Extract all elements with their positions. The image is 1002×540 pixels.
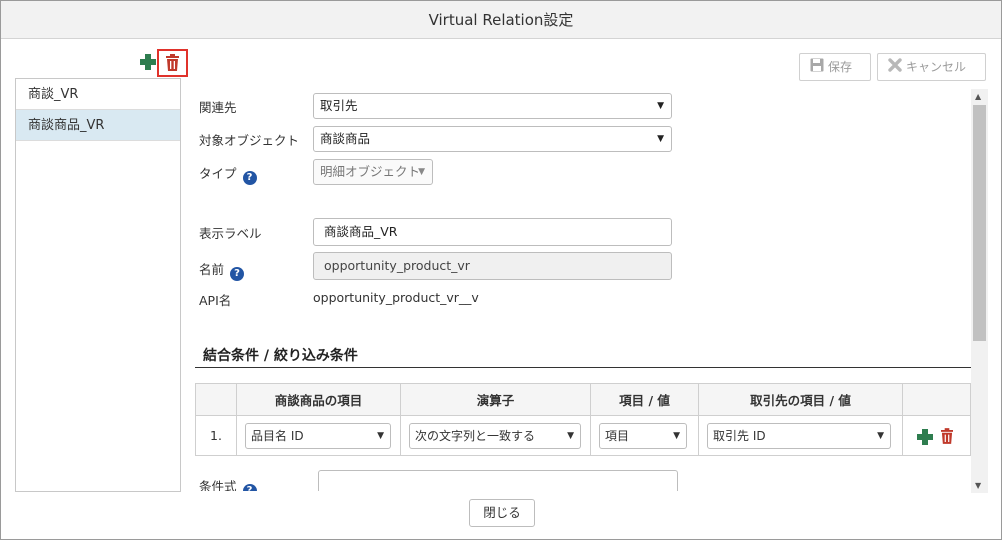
save-label: 保存 <box>828 60 853 74</box>
chevron-down-icon: ▼ <box>657 101 664 111</box>
cancel-label: キャンセル <box>906 60 967 74</box>
formula-input[interactable] <box>318 470 678 491</box>
close-icon <box>888 55 902 81</box>
field-cell: 品目名 ID ▼ <box>236 415 401 456</box>
virtual-relation-dialog: Virtual Relation設定 商談_VR 商談商品_VR 保存 キャンセ… <box>0 0 1002 540</box>
operator-select[interactable]: 次の文字列と一致する ▼ <box>409 423 581 449</box>
save-icon <box>810 55 824 81</box>
form-scrollbar[interactable]: ▲ ▼ <box>971 89 988 493</box>
name-label-text: 名前 <box>199 262 225 277</box>
chevron-down-icon: ▼ <box>377 431 384 441</box>
header-target: 取引先の項目 / 値 <box>698 383 903 416</box>
header-operator: 演算子 <box>400 383 591 416</box>
type-label-text: タイプ <box>199 166 237 181</box>
operator-cell: 次の文字列と一致する ▼ <box>400 415 591 456</box>
target-object-value: 商談商品 <box>320 131 371 146</box>
related-value: 取引先 <box>320 98 358 113</box>
scroll-thumb[interactable] <box>973 105 986 341</box>
related-select[interactable]: 取引先 ▼ <box>313 93 672 119</box>
section-divider <box>195 367 971 368</box>
chevron-down-icon: ▼ <box>567 431 574 441</box>
chevron-down-icon: ▼ <box>657 134 664 144</box>
row-number: 1. <box>195 415 237 456</box>
actions-cell <box>902 415 971 456</box>
kind-cell: 項目 ▼ <box>590 415 699 456</box>
help-icon[interactable]: ? <box>242 484 257 491</box>
formula-label-text: 条件式 <box>199 479 237 491</box>
scroll-up-icon[interactable]: ▲ <box>975 92 981 101</box>
scroll-down-icon[interactable]: ▼ <box>975 481 981 490</box>
help-icon[interactable]: ? <box>230 267 245 281</box>
target-cell: 取引先 ID ▼ <box>698 415 903 456</box>
list-item[interactable]: 商談_VR <box>16 79 180 110</box>
target-field-value: 取引先 ID <box>713 429 766 443</box>
formula-label: 条件式? <box>199 476 257 491</box>
trash-icon <box>166 54 179 71</box>
type-select: 明細オブジェクト ▼ <box>313 159 433 185</box>
delete-condition-icon[interactable] <box>941 428 953 447</box>
name-input: opportunity_product_vr <box>313 252 672 280</box>
table-row: 1. 品目名 ID ▼ 次の文字列と一致する ▼ 項目 ▼ 取引先 ID ▼ <box>195 415 971 456</box>
operator-value: 次の文字列と一致する <box>415 429 536 443</box>
kind-select[interactable]: 項目 ▼ <box>599 423 687 449</box>
chevron-down-icon: ▼ <box>877 431 884 441</box>
related-label: 関連先 <box>199 100 237 115</box>
relation-list: 商談_VR 商談商品_VR <box>15 78 181 492</box>
header-kind: 項目 / 値 <box>590 383 699 416</box>
close-button[interactable]: 閉じる <box>469 499 535 527</box>
add-condition-icon[interactable] <box>917 429 933 445</box>
name-label: 名前? <box>199 259 245 281</box>
add-relation-icon[interactable] <box>140 54 156 70</box>
relation-form: 関連先 取引先 ▼ 対象オブジェクト 商談商品 ▼ タイプ? 明細オブジェクト … <box>195 85 971 491</box>
conditions-section-title: 結合条件 / 絞り込み条件 <box>203 348 358 364</box>
header-actions <box>902 383 971 416</box>
target-object-select[interactable]: 商談商品 ▼ <box>313 126 672 152</box>
cancel-button[interactable]: キャンセル <box>877 53 986 81</box>
chevron-down-icon: ▼ <box>673 431 680 441</box>
field-value: 品目名 ID <box>251 429 304 443</box>
api-name-label: API名 <box>199 293 232 308</box>
display-label-label: 表示ラベル <box>199 226 262 241</box>
header-field: 商談商品の項目 <box>236 383 401 416</box>
field-select[interactable]: 品目名 ID ▼ <box>245 423 391 449</box>
api-name-value: opportunity_product_vr__v <box>313 290 479 305</box>
help-icon[interactable]: ? <box>242 171 257 185</box>
type-label: タイプ? <box>199 163 257 185</box>
display-label-input[interactable]: 商談商品_VR <box>313 218 672 246</box>
save-button[interactable]: 保存 <box>799 53 871 81</box>
header-num <box>195 383 237 416</box>
table-header-row: 商談商品の項目 演算子 項目 / 値 取引先の項目 / 値 <box>195 383 971 416</box>
target-field-select[interactable]: 取引先 ID ▼ <box>707 423 891 449</box>
dialog-title: Virtual Relation設定 <box>1 1 1001 39</box>
delete-relation-button[interactable] <box>157 49 188 77</box>
kind-value: 項目 <box>605 429 630 443</box>
chevron-down-icon: ▼ <box>418 167 425 177</box>
list-item[interactable]: 商談商品_VR <box>16 110 180 141</box>
type-value: 明細オブジェクト <box>320 164 421 179</box>
target-object-label: 対象オブジェクト <box>199 133 300 148</box>
conditions-table: 商談商品の項目 演算子 項目 / 値 取引先の項目 / 値 1. 品目名 ID … <box>195 383 971 456</box>
